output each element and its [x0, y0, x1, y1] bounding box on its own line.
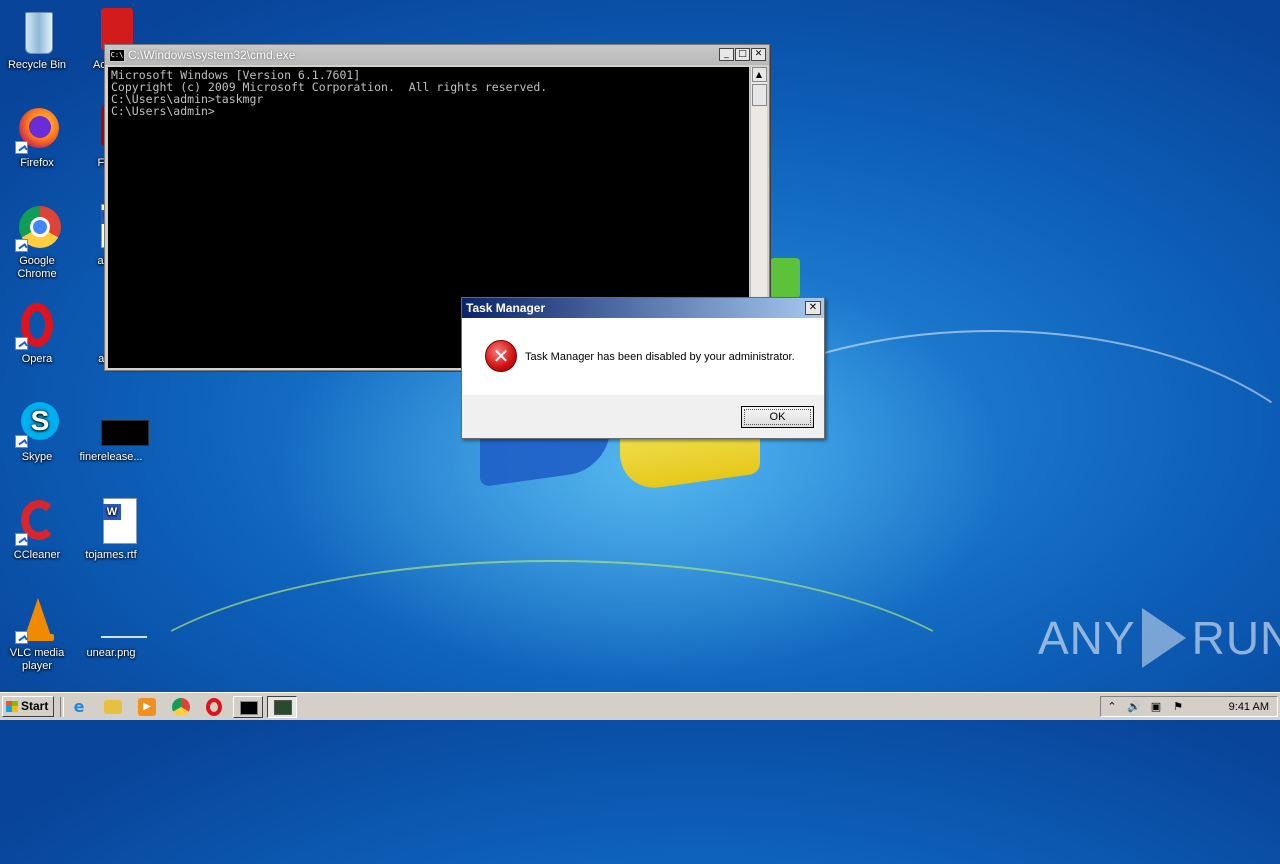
console-line: C:\Users\admin>	[111, 104, 215, 118]
watermark-right: RUN	[1191, 612, 1280, 664]
shortcut-arrow-icon	[15, 533, 28, 546]
opera-icon	[13, 302, 61, 350]
network-icon[interactable]: ▣	[1149, 700, 1163, 714]
volume-icon[interactable]: 🔊	[1127, 700, 1141, 714]
scroll-up-icon[interactable]: ▲	[751, 67, 767, 82]
shortcut-arrow-icon	[15, 141, 28, 154]
action-center-flag-icon[interactable]: ⚑	[1171, 700, 1185, 714]
black-thumbnail-icon	[87, 400, 149, 448]
desktop-icon-recycle-bin[interactable]: Recycle Bin	[0, 8, 74, 72]
shortcut-arrow-icon	[15, 239, 28, 252]
dialog-message: Task Manager has been disabled by your a…	[525, 351, 795, 363]
desktop-icon-tojames[interactable]: W tojames.rtf	[74, 498, 148, 562]
desktop-icon-label: CCleaner	[13, 549, 61, 561]
desktop-icon-label: Google Chrome	[17, 255, 57, 280]
ok-button[interactable]: OK	[741, 406, 814, 428]
cmd-title: C:\Windows\system32\cmd.exe	[128, 48, 296, 62]
desktop-icon-unear[interactable]: unear.png	[74, 596, 148, 660]
desktop-icon-label: Firefox	[20, 157, 54, 169]
cmd-taskbar-icon	[240, 701, 258, 715]
desktop-icon-skype[interactable]: S Skype	[0, 400, 74, 464]
opera-taskbar-icon[interactable]	[206, 698, 222, 716]
ccleaner-icon	[13, 498, 61, 546]
clock[interactable]: 9:41 AM	[1229, 700, 1269, 714]
desktop-icon-label: Skype	[21, 451, 53, 463]
dialog-close-button[interactable]: ✕	[805, 301, 821, 315]
task-manager-dialog[interactable]: Task Manager ✕ ✕ Task Manager has been d…	[461, 297, 825, 439]
windows-flag-icon	[6, 701, 18, 712]
desktop-icon-ccleaner[interactable]: CCleaner	[0, 498, 74, 562]
shortcut-arrow-icon	[15, 631, 28, 644]
desktop-icon-label: unear.png	[86, 647, 136, 659]
task-manager-taskbar-icon	[274, 700, 292, 715]
dialog-title[interactable]: Task Manager	[462, 298, 824, 318]
shortcut-arrow-icon	[15, 337, 28, 350]
taskbar-cmd-button[interactable]	[233, 696, 263, 718]
chrome-taskbar-icon[interactable]	[172, 698, 190, 716]
cmd-window-buttons: _ □ ✕	[719, 48, 766, 61]
start-label: Start	[21, 699, 49, 713]
vlc-cone-icon	[13, 596, 61, 644]
show-hidden-icons-icon[interactable]: ⌃	[1105, 700, 1119, 714]
desktop-icon-opera[interactable]: Opera	[0, 302, 74, 366]
media-player-icon[interactable]: ▶	[138, 698, 156, 716]
anyrun-watermark: ANY RUN	[1038, 608, 1280, 668]
dialog-body: ✕ Task Manager has been disabled by your…	[462, 318, 824, 395]
play-triangle-icon	[1141, 608, 1186, 668]
recycle-bin-icon	[13, 8, 61, 56]
maximize-button[interactable]: □	[735, 48, 750, 61]
taskbar-separator	[60, 697, 64, 717]
word-document-icon: W	[87, 498, 137, 546]
desktop-icon-label: Opera	[21, 353, 53, 365]
close-button[interactable]: ✕	[751, 48, 766, 61]
watermark-left: ANY	[1038, 612, 1136, 664]
start-button[interactable]: Start	[2, 696, 54, 717]
desktop-icon-google-chrome[interactable]: Google Chrome	[0, 204, 74, 281]
desktop-icon-vlc[interactable]: VLC media player	[0, 596, 74, 673]
system-tray: ⌃ 🔊 ▣ ⚑ 9:41 AM	[1100, 696, 1278, 717]
desktop-icon-firefox[interactable]: Firefox	[0, 106, 74, 170]
desktop-icon-label: finerelease...	[79, 451, 143, 463]
minimize-button[interactable]: _	[719, 48, 734, 61]
scroll-thumb[interactable]	[751, 84, 767, 106]
explorer-folder-icon[interactable]	[104, 700, 122, 714]
cmd-icon: C:\	[109, 48, 125, 62]
desktop-icon-finerelease[interactable]: finerelease...	[74, 400, 149, 464]
png-thumbnail-icon	[87, 596, 147, 644]
shortcut-arrow-icon	[15, 435, 28, 448]
skype-icon: S	[13, 400, 61, 448]
error-icon: ✕	[485, 340, 517, 372]
taskbar-taskmgr-button[interactable]	[267, 696, 297, 718]
internet-explorer-icon[interactable]: e	[70, 698, 88, 716]
desktop-icon-label: VLC media player	[9, 647, 65, 672]
desktop-icon-label: Recycle Bin	[7, 59, 67, 71]
taskbar: Start e ▶ ⌃ 🔊 ▣ ⚑ 9:41 AM	[0, 692, 1280, 720]
chrome-icon	[13, 204, 61, 252]
cmd-titlebar[interactable]: C:\ C:\Windows\system32\cmd.exe	[105, 45, 769, 65]
firefox-icon	[13, 106, 61, 154]
desktop-icon-label: tojames.rtf	[85, 549, 137, 561]
